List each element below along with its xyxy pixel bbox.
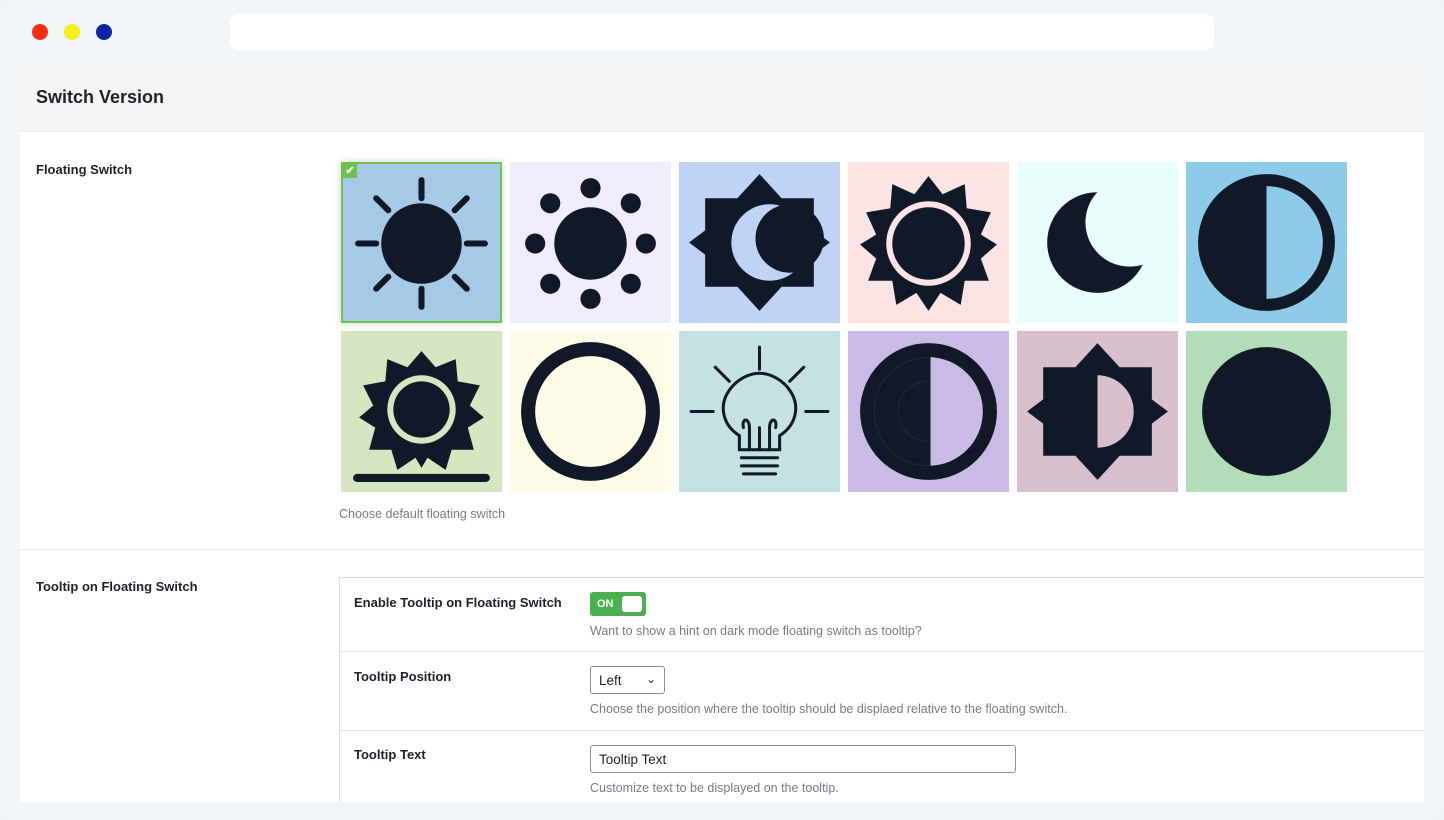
close-window-button[interactable] [32,24,48,40]
tooltip-text-input[interactable]: Tooltip Text [590,745,1016,773]
tooltip-position-hint: Choose the position where the tooltip sh… [590,702,1068,716]
tooltip-settings-box: Enable Tooltip on Floating Switch ON Wan… [339,577,1424,802]
half-circle-icon [1198,174,1335,311]
section-title: Switch Version [36,87,165,107]
tooltip-position-select[interactable]: Left ⌄ [590,666,665,694]
floating-switch-hint: Choose default floating switch [339,507,506,521]
star-half-icon [1027,343,1168,480]
sunrise-icon [353,351,490,482]
sun-dots-icon [525,178,656,309]
selected-check-icon: ✔ [343,164,357,178]
tooltip-enable-row: Enable Tooltip on Floating Switch ON Wan… [340,578,1424,652]
tooltip-position-value: Left [599,673,622,688]
tooltip-enable-hint: Want to show a hint on dark mode floatin… [590,624,922,638]
tooltip-position-row: Tooltip Position Left ⌄ Choose the posit… [340,652,1424,731]
app-window: Switch Version Floating Switch ✔ Choose … [0,0,1444,820]
toggle-state-text: ON [597,598,614,610]
tooltip-text-label: Tooltip Text [354,747,426,762]
switch-option-sun-rays[interactable]: ✔ [341,162,502,323]
full-circle-icon [1202,347,1331,476]
star-moon-icon [689,174,830,311]
chevron-down-icon: ⌄ [645,672,656,686]
minimize-window-button[interactable] [64,24,80,40]
floating-switch-grid: ✔ [339,162,1349,494]
sun-rays-icon [355,177,488,310]
switch-option-full-circle[interactable] [1186,331,1347,492]
switch-option-half-circle[interactable] [1186,162,1347,323]
switch-option-star-half[interactable] [1017,331,1178,492]
address-bar[interactable] [230,14,1214,50]
tooltip-text-hint: Customize text to be displayed on the to… [590,781,839,795]
ring-icon [521,342,660,481]
toggle-knob [622,596,642,612]
switch-option-contrast-ring[interactable] [848,331,1009,492]
switch-option-sunrise[interactable] [341,331,502,492]
tooltip-section-label: Tooltip on Floating Switch [36,579,198,594]
switch-option-star-ring[interactable] [848,162,1009,323]
switch-option-sun-dots[interactable] [510,162,671,323]
crescent-moon-icon [1047,178,1174,293]
section-divider [20,549,1424,550]
tooltip-enable-label: Enable Tooltip on Floating Switch [354,595,562,610]
star-ring-icon [860,176,997,311]
tooltip-enable-toggle[interactable]: ON [590,592,646,616]
switch-option-star-moon[interactable] [679,162,840,323]
switch-option-crescent-moon[interactable] [1017,162,1178,323]
tooltip-text-row: Tooltip Text Tooltip Text Customize text… [340,731,1424,802]
floating-switch-label: Floating Switch [36,162,133,177]
tooltip-position-label: Tooltip Position [354,669,452,684]
contrast-ring-icon [860,343,997,480]
switch-option-ring[interactable] [510,331,671,492]
lightbulb-icon [689,345,830,476]
maximize-window-button[interactable] [96,24,112,40]
section-header: Switch Version [20,66,1424,132]
settings-panel: Switch Version Floating Switch ✔ Choose … [20,66,1424,802]
switch-option-lightbulb[interactable] [679,331,840,492]
